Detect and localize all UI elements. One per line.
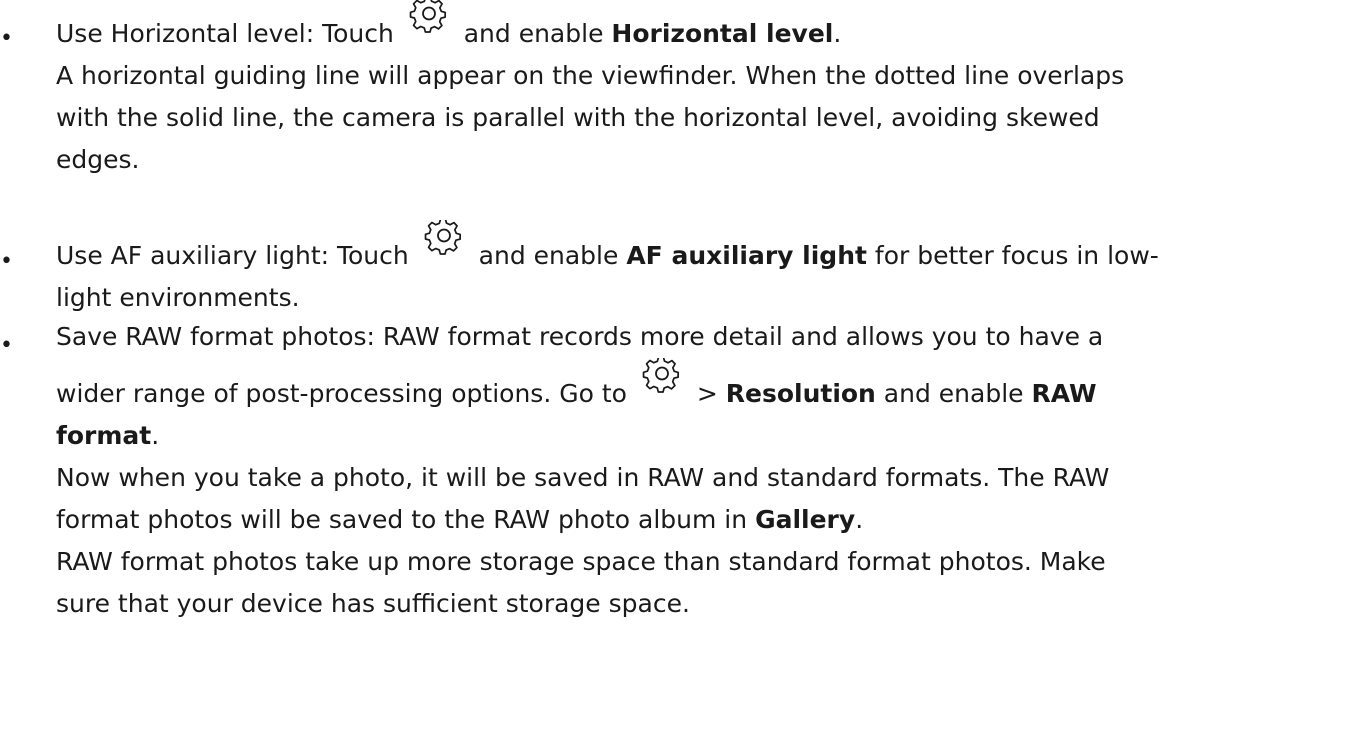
raw-storage-line-1: RAW format photos take up more storage s…	[56, 547, 1106, 576]
af-light-setting: AF auxiliary light	[626, 241, 867, 270]
bullet: •	[0, 26, 13, 51]
horizontal-level-text: Use Horizontal level: Touch and enable H…	[56, 0, 1346, 181]
resolution-setting: Resolution	[725, 379, 876, 408]
raw-format-setting-part-1: RAW	[1031, 379, 1097, 408]
gear-icon	[421, 220, 467, 266]
horizontal-level-setting: Horizontal level	[611, 19, 834, 48]
gallery-app-name: Gallery	[755, 505, 856, 534]
raw-desc-line-1: Save RAW format photos: RAW format recor…	[56, 322, 1104, 351]
bullet: •	[0, 333, 13, 358]
af-light-intro: Use AF auxiliary light: Touch	[56, 241, 409, 270]
af-light-text: Use AF auxiliary light: Touch and enable…	[56, 220, 1346, 319]
bullet: •	[0, 249, 13, 274]
raw-save-line-1: Now when you take a photo, it will be sa…	[56, 463, 1110, 492]
raw-format-setting-part-2: format	[56, 421, 152, 450]
raw-save-line-2: format photos will be saved to the RAW p…	[56, 505, 756, 534]
af-light-desc-line-2: light environments.	[56, 283, 300, 312]
horizontal-level-desc-line-3: edges.	[56, 145, 140, 174]
horizontal-level-desc-line-1: A horizontal guiding line will appear on…	[56, 61, 1125, 90]
raw-format-text: Save RAW format photos: RAW format recor…	[56, 316, 1346, 625]
gear-icon	[639, 358, 685, 404]
raw-desc-line-2: wider range of post-processing options. …	[56, 379, 627, 408]
gear-icon	[406, 0, 452, 44]
raw-storage-line-2: sure that your device has sufficient sto…	[56, 589, 690, 618]
horizontal-level-intro: Use Horizontal level: Touch	[56, 19, 394, 48]
horizontal-level-desc-line-2: with the solid line, the camera is paral…	[56, 103, 1100, 132]
